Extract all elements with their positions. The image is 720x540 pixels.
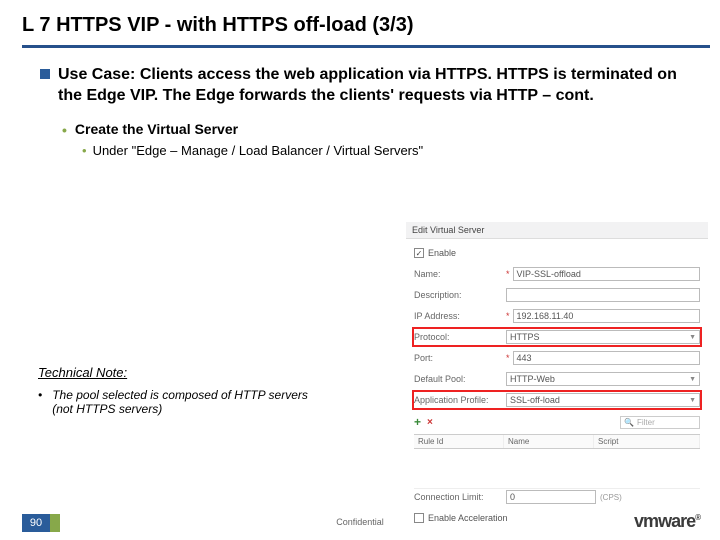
pool-label: Default Pool: [414, 374, 506, 384]
use-case-row: Use Case: Clients access the web applica… [40, 65, 692, 107]
enable-row: ✓ Enable [414, 245, 700, 261]
dot-bullet-icon: • [82, 143, 87, 158]
conn-limit-input[interactable]: 0 [506, 490, 596, 504]
required-icon: * [506, 311, 510, 321]
square-bullet-icon [40, 69, 50, 79]
name-label: Name: [414, 269, 506, 279]
name-row: Name: * VIP-SSL-offload [414, 266, 700, 282]
description-label: Description: [414, 290, 506, 300]
ip-row: IP Address: * 192.168.11.40 [414, 308, 700, 324]
grid-col-name: Name [504, 435, 594, 448]
dot-bullet-icon: • [62, 123, 67, 137]
chevron-down-icon: ▼ [689, 376, 696, 383]
description-row: Description: [414, 287, 700, 303]
app-profile-row: Application Profile: SSL-off-load ▼ [414, 392, 700, 408]
rules-toolbar: + × 🔍 Filter [414, 414, 700, 430]
vmware-logo: vmware® [634, 511, 700, 532]
use-case-text: Use Case: Clients access the web applica… [58, 65, 692, 107]
ip-label: IP Address: [414, 311, 506, 321]
rules-grid-header: Rule Id Name Script [414, 434, 700, 449]
filter-placeholder: Filter [637, 418, 655, 427]
app-profile-value: SSL-off-load [510, 395, 560, 405]
chevron-down-icon: ▼ [689, 397, 696, 404]
protocol-value: HTTPS [510, 332, 540, 342]
port-input[interactable]: 443 [513, 351, 700, 365]
add-icon[interactable]: + [414, 415, 421, 429]
grid-col-ruleid: Rule Id [414, 435, 504, 448]
title-underline [22, 45, 710, 48]
app-profile-select[interactable]: SSL-off-load ▼ [506, 393, 700, 407]
sub-bullet-2: • Under "Edge – Manage / Load Balancer /… [82, 143, 692, 158]
slide-title: L 7 HTTPS VIP - with HTTPS off-load (3/3… [0, 0, 720, 45]
enable-checkbox[interactable]: ✓ [414, 248, 424, 258]
grid-col-script: Script [594, 435, 700, 448]
port-label: Port: [414, 353, 506, 363]
slide-footer: 90 Confidential vmware® [0, 510, 720, 540]
required-icon: * [506, 269, 510, 279]
chevron-down-icon: ▼ [689, 334, 696, 341]
dialog-title: Edit Virtual Server [406, 222, 708, 239]
remove-icon[interactable]: × [427, 417, 433, 428]
dot-bullet-icon: • [38, 388, 42, 416]
enable-label: Enable [428, 248, 456, 258]
technical-note-heading: Technical Note: [38, 365, 127, 380]
port-row: Port: * 443 [414, 350, 700, 366]
rules-grid-body [414, 449, 700, 489]
sub1-text: Create the Virtual Server [75, 121, 238, 137]
technical-note-text: The pool selected is composed of HTTP se… [52, 388, 318, 416]
description-input[interactable] [506, 288, 700, 302]
protocol-row: Protocol: HTTPS ▼ [414, 329, 700, 345]
conn-limit-label: Connection Limit: [414, 492, 506, 502]
search-icon: 🔍 [624, 418, 634, 427]
confidential-label: Confidential [0, 517, 720, 527]
cps-suffix: (CPS) [600, 493, 622, 502]
content-area: Use Case: Clients access the web applica… [0, 45, 720, 158]
conn-limit-row: Connection Limit: 0 (CPS) [414, 489, 700, 505]
filter-input[interactable]: 🔍 Filter [620, 416, 700, 429]
ip-input[interactable]: 192.168.11.40 [513, 309, 700, 323]
technical-note-body: • The pool selected is composed of HTTP … [38, 388, 318, 416]
app-profile-label: Application Profile: [414, 395, 506, 405]
protocol-label: Protocol: [414, 332, 506, 342]
name-input[interactable]: VIP-SSL-offload [513, 267, 700, 281]
pool-row: Default Pool: HTTP-Web ▼ [414, 371, 700, 387]
edit-virtual-server-dialog: Edit Virtual Server ✓ Enable Name: * VIP… [406, 222, 708, 537]
protocol-select[interactable]: HTTPS ▼ [506, 330, 700, 344]
sub2-text: Under "Edge – Manage / Load Balancer / V… [93, 143, 424, 158]
pool-select[interactable]: HTTP-Web ▼ [506, 372, 700, 386]
required-icon: * [506, 353, 510, 363]
pool-value: HTTP-Web [510, 374, 555, 384]
sub-bullet-1: • Create the Virtual Server [62, 121, 692, 137]
